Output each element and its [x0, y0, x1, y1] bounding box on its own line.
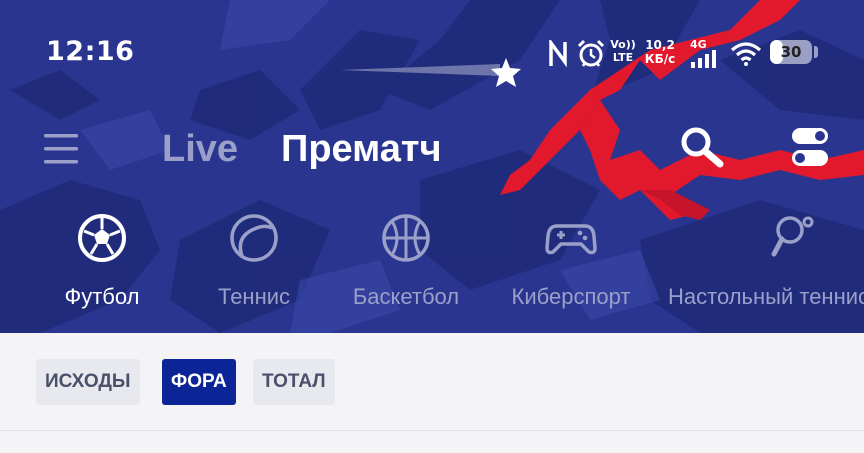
sport-label: Баскетбол: [352, 284, 460, 309]
settings-toggle-icon[interactable]: [790, 126, 830, 168]
tab-live[interactable]: Live: [162, 128, 238, 171]
sport-label: Настольный теннис: [668, 284, 864, 309]
table-tennis-icon: [771, 216, 814, 257]
sport-table-tennis[interactable]: Настольный теннис: [668, 212, 864, 310]
filter-outcomes[interactable]: ИСХОДЫ: [36, 359, 140, 405]
soccer-ball-icon: [78, 214, 126, 262]
signal-strength-icon: [691, 50, 716, 68]
sport-football[interactable]: Футбол: [52, 212, 152, 310]
battery-level: 30: [780, 43, 802, 61]
nfc-icon: [549, 40, 567, 68]
volte-top-text: Vo)): [610, 38, 636, 51]
sport-tennis[interactable]: Теннис: [206, 212, 302, 310]
sport-label: Футбол: [64, 284, 140, 309]
tab-prematch[interactable]: Прематч: [281, 128, 442, 171]
sport-label: Теннис: [217, 284, 291, 309]
battery-icon: 30: [770, 40, 812, 64]
menu-icon[interactable]: [44, 132, 80, 166]
network-speed: 10,2 КБ/с: [642, 38, 678, 66]
gamepad-icon: [545, 224, 597, 255]
sports-row: Футбол Теннис Баскетбол Киберспорт Насто…: [0, 212, 864, 322]
filter-handicap[interactable]: ФОРА: [162, 359, 236, 405]
battery-tip: [814, 46, 818, 58]
search-icon[interactable]: [678, 124, 726, 172]
status-icons: Vo)) LTE 10,2 КБ/с 4G 30: [544, 36, 820, 70]
status-time: 12:16: [46, 36, 135, 67]
sport-label: Киберспорт: [511, 284, 631, 309]
content-divider: [0, 430, 864, 431]
sport-basketball[interactable]: Баскетбол: [338, 212, 474, 310]
volte-indicator: Vo)) LTE: [609, 38, 637, 64]
alarm-icon: [577, 39, 605, 67]
wifi-icon: [730, 42, 762, 66]
basketball-icon: [382, 214, 430, 262]
app-header: 12:16 Vo)) LTE 10,2 КБ/с 4G 30 Live Прем…: [0, 0, 864, 333]
tennis-ball-icon: [230, 214, 278, 262]
sport-esports[interactable]: Киберспорт: [492, 212, 650, 310]
filter-total[interactable]: ТОТАЛ: [253, 359, 335, 405]
net-speed-value: 10,2: [645, 38, 675, 52]
volte-bottom-text: LTE: [612, 51, 634, 64]
net-speed-unit: КБ/с: [644, 52, 676, 66]
